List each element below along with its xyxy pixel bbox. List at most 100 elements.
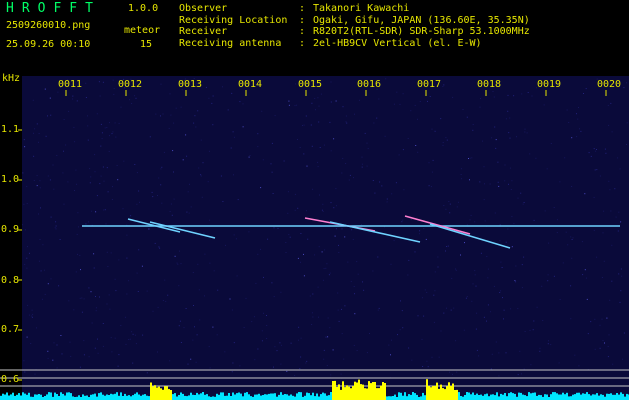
- noise-pixel: [136, 203, 138, 205]
- level-bar: [572, 394, 574, 400]
- noise-pixel: [195, 361, 197, 363]
- noise-pixel: [200, 174, 202, 176]
- noise-pixel: [329, 272, 331, 274]
- level-bar: [28, 392, 30, 400]
- noise-pixel: [242, 103, 244, 105]
- level-bar: [218, 394, 220, 400]
- level-bar: [458, 392, 460, 400]
- level-bar: [222, 392, 224, 400]
- level-bar: [100, 392, 102, 400]
- noise-pixel: [526, 132, 528, 134]
- noise-pixel: [508, 132, 510, 134]
- noise-pixel: [423, 315, 425, 317]
- level-bar: [304, 395, 306, 400]
- noise-pixel: [142, 334, 144, 336]
- info-key: Receiving antenna: [179, 38, 282, 50]
- noise-pixel: [135, 97, 137, 99]
- noise-pixel: [372, 180, 374, 181]
- noise-pixel: [461, 178, 463, 180]
- level-bar: [478, 395, 480, 400]
- noise-pixel: [530, 364, 532, 366]
- noise-pixel: [175, 107, 177, 109]
- noise-pixel: [533, 320, 535, 322]
- noise-pixel: [90, 176, 92, 178]
- noise-pixel: [324, 249, 326, 251]
- noise-pixel: [87, 125, 89, 127]
- noise-pixel: [469, 219, 471, 221]
- noise-pixel: [251, 321, 253, 323]
- level-bar: [140, 395, 142, 400]
- noise-pixel: [395, 182, 397, 184]
- level-bar: [178, 395, 180, 400]
- noise-pixel: [134, 164, 136, 165]
- noise-pixel: [47, 175, 49, 177]
- noise-pixel: [62, 172, 64, 174]
- noise-pixel: [495, 139, 497, 141]
- noise-pixel: [364, 132, 366, 134]
- noise-pixel: [248, 231, 250, 233]
- noise-pixel: [213, 270, 215, 272]
- time-label: 0019: [537, 79, 562, 90]
- noise-pixel: [619, 301, 621, 303]
- noise-pixel: [102, 81, 104, 83]
- level-bar: [256, 394, 258, 400]
- noise-pixel: [299, 147, 301, 148]
- noise-pixel: [33, 180, 35, 181]
- noise-pixel: [618, 273, 620, 275]
- noise-pixel: [471, 300, 473, 302]
- noise-pixel: [466, 116, 468, 118]
- noise-pixel: [257, 146, 259, 148]
- noise-pixel: [129, 99, 130, 101]
- station-info: Observer: Takanori Kawachi Receiving Loca…: [179, 3, 530, 50]
- time-label: 0012: [118, 79, 143, 90]
- noise-pixel: [502, 297, 503, 299]
- noise-pixel: [83, 340, 85, 342]
- noise-pixel: [582, 274, 584, 276]
- noise-pixel: [318, 316, 319, 318]
- noise-pixel: [469, 157, 471, 159]
- noise-pixel: [314, 97, 316, 99]
- noise-pixel: [617, 157, 619, 159]
- noise-pixel: [24, 146, 26, 148]
- noise-pixel: [113, 93, 115, 95]
- noise-pixel: [130, 215, 132, 217]
- level-bar: [574, 394, 576, 400]
- noise-pixel: [347, 261, 349, 263]
- level-bar: [194, 395, 196, 400]
- noise-pixel: [31, 309, 33, 311]
- noise-pixel: [330, 150, 332, 152]
- noise-pixel: [208, 97, 210, 99]
- noise-pixel: [224, 351, 226, 353]
- noise-pixel: [52, 359, 54, 361]
- level-bar: [344, 387, 346, 400]
- noise-pixel: [73, 309, 75, 311]
- noise-pixel: [106, 167, 108, 169]
- noise-pixel: [407, 274, 409, 276]
- noise-pixel: [309, 295, 311, 297]
- app-version: 1.0.0: [128, 3, 159, 14]
- noise-pixel: [433, 321, 435, 323]
- level-bar: [470, 394, 472, 400]
- level-bar: [10, 394, 12, 400]
- noise-pixel: [39, 239, 41, 240]
- noise-pixel: [523, 202, 525, 203]
- noise-pixel: [267, 238, 269, 240]
- noise-pixel: [408, 347, 410, 349]
- noise-pixel: [87, 139, 89, 141]
- freq-label: 1.0: [1, 174, 20, 185]
- noise-pixel: [106, 127, 108, 128]
- noise-pixel: [517, 374, 519, 376]
- noise-pixel: [543, 104, 545, 106]
- noise-pixel: [306, 360, 308, 362]
- noise-pixel: [152, 310, 154, 312]
- noise-pixel: [202, 162, 204, 164]
- noise-pixel: [36, 175, 38, 177]
- noise-pixel: [24, 263, 26, 265]
- noise-pixel: [47, 350, 49, 352]
- level-bar: [312, 392, 314, 400]
- noise-pixel: [151, 191, 153, 193]
- level-bar: [424, 395, 426, 400]
- noise-pixel: [504, 164, 506, 166]
- level-bar: [288, 395, 290, 400]
- noise-pixel: [136, 172, 138, 174]
